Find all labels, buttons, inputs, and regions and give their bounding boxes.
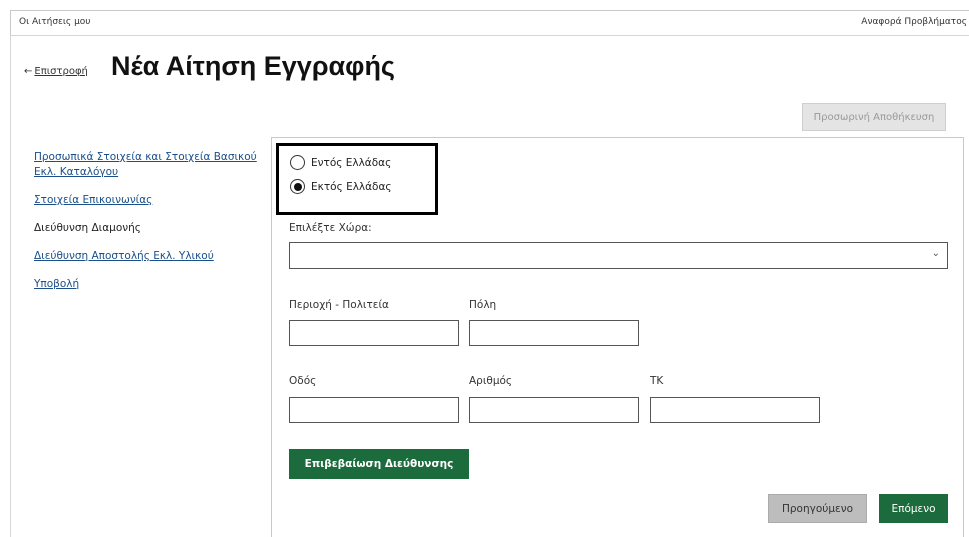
back-link[interactable]: ← Επιστροφή — [24, 66, 88, 77]
report-problem-link[interactable]: Αναφορά Προβλήματος — [861, 17, 967, 27]
top-bar: Οι Αιτήσεις μου Αναφορά Προβλήματος — [10, 10, 969, 36]
postal-code-input[interactable] — [650, 397, 820, 423]
radio-button[interactable] — [290, 179, 305, 194]
page-title: Νέα Αίτηση Εγγραφής — [111, 51, 395, 81]
sidebar-item-mailing-address[interactable]: Διεύθυνση Αποστολής Εκλ. Υλικού — [34, 249, 259, 264]
region-input[interactable] — [289, 320, 459, 346]
city-label: Πόλη — [469, 299, 497, 311]
previous-button[interactable]: Προηγούμενο — [768, 494, 867, 523]
radio-outside-greece[interactable]: Εκτός Ελλάδας — [290, 179, 392, 194]
street-label: Οδός — [289, 375, 317, 387]
location-radio-group: Εντός Ελλάδας Εκτός Ελλάδας — [276, 143, 438, 215]
city-input[interactable] — [469, 320, 639, 346]
chevron-down-icon: ⌄ — [931, 248, 940, 259]
radio-label: Εκτός Ελλάδας — [311, 180, 392, 193]
sidebar-item-submit[interactable]: Υποβολή — [34, 277, 259, 292]
my-applications-link[interactable]: Οι Αιτήσεις μου — [19, 17, 91, 27]
sidebar-nav: Προσωπικά Στοιχεία και Στοιχεία Βασικού … — [34, 150, 259, 305]
next-button[interactable]: Επόμενο — [879, 494, 948, 523]
street-input[interactable] — [289, 397, 459, 423]
confirm-address-button[interactable]: Επιβεβαίωση Διεύθυνσης — [289, 449, 469, 479]
radio-button[interactable] — [290, 155, 305, 170]
temporary-save-button[interactable]: Προσωρινή Αποθήκευση — [802, 103, 946, 131]
sidebar-item-residence-address[interactable]: Διεύθυνση Διαμονής — [34, 221, 259, 236]
arrow-left-icon: ← — [24, 66, 33, 77]
radio-label: Εντός Ελλάδας — [311, 156, 392, 169]
number-label: Αριθμός — [469, 375, 513, 387]
postal-code-label: ΤΚ — [650, 375, 664, 387]
number-input[interactable] — [469, 397, 639, 423]
sidebar-item-contact[interactable]: Στοιχεία Επικοινωνίας — [34, 193, 259, 208]
back-link-label: Επιστροφή — [34, 66, 88, 77]
country-label: Επιλέξτε Χώρα: — [289, 222, 372, 234]
radio-inside-greece[interactable]: Εντός Ελλάδας — [290, 155, 391, 170]
country-select[interactable]: ⌄ — [289, 242, 948, 269]
sidebar-item-personal-info[interactable]: Προσωπικά Στοιχεία και Στοιχεία Βασικού … — [34, 150, 259, 180]
radio-selected-dot — [293, 182, 302, 191]
region-label: Περιοχή - Πολιτεία — [289, 299, 389, 311]
